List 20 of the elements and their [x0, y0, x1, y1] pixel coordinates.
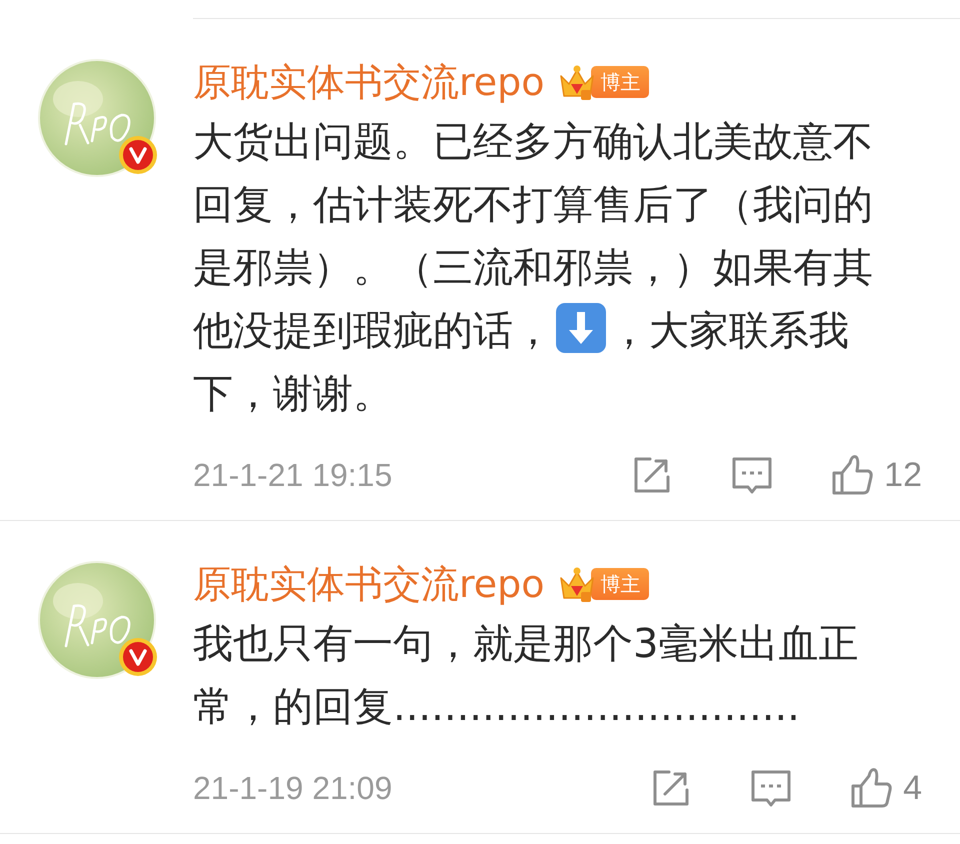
comment-text: 我也只有一句，就是那个3毫米出血正 [193, 621, 858, 667]
like-button[interactable]: 4 [849, 766, 922, 810]
blogger-tag: 博主 [590, 66, 649, 98]
username[interactable]: 原耽实体书交流repo [193, 558, 545, 610]
timestamp: 21-1-19 21:09 [193, 770, 394, 806]
avatar[interactable] [38, 561, 156, 679]
comment-text: ，大家联系我 [609, 308, 849, 354]
comment-text: 回复，估计装死不打算售后了（我问的 [193, 182, 873, 228]
username[interactable]: 原耽实体书交流repo [193, 56, 545, 108]
thumbs-up-icon [830, 453, 874, 497]
comment-text: 大货出问题。已经多方确认北美故意不 [193, 119, 873, 165]
avatar[interactable] [38, 59, 156, 177]
timestamp: 21-1-21 19:15 [193, 456, 394, 494]
blogger-tag: 博主 [590, 568, 649, 600]
thumbs-up-icon [849, 766, 894, 810]
like-button[interactable]: 12 [830, 453, 922, 497]
comment-text: 他没提到瑕疵的话， [193, 308, 553, 354]
comment-text: 下，谢谢。 [193, 371, 393, 417]
comment-text: 是邪祟）。（三流和邪祟，）如果有其 [193, 245, 873, 291]
comment-text: 常，的回复................................ [193, 684, 800, 730]
